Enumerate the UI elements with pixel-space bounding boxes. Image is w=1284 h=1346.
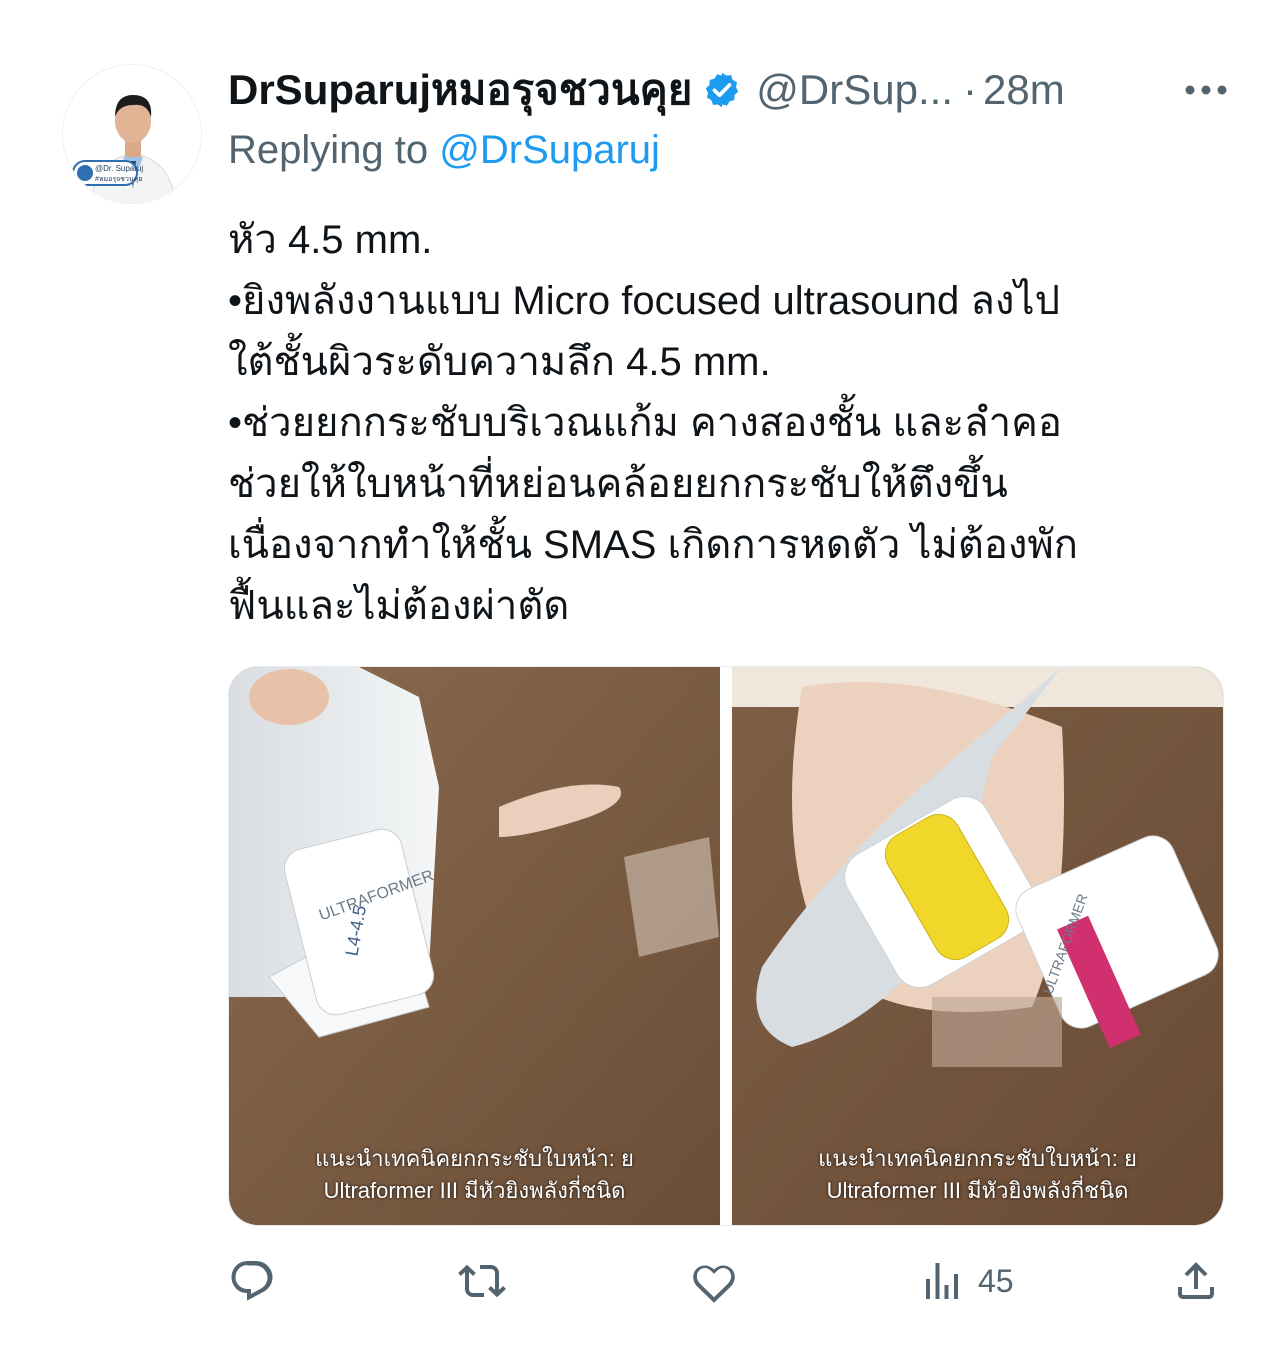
user-handle[interactable]: @DrSup... [756, 66, 953, 114]
replying-to: Replying to @DrSuparuj [228, 128, 660, 173]
tweet-action-bar: 45 [228, 1254, 1224, 1308]
tweet-media: ULTRAFORMER L4-4.5 แนะนำเทคนิคยกกระชับใบ… [228, 666, 1224, 1226]
reply-icon [231, 1261, 273, 1301]
avatar[interactable]: @Dr. Suparuj #หมอรุจชวนคุย [62, 64, 202, 204]
separator-dot: · [963, 66, 977, 113]
tweet-text-line: หัว 4.5 mm. [228, 218, 433, 262]
views-icon [926, 1263, 958, 1299]
badge-line-2: #หมอรุจชวนคุย [95, 176, 142, 183]
verified-badge-icon[interactable] [702, 70, 742, 110]
tweet-text: หัว 4.5 mm. •ยิงพลังงานแบบ Micro focused… [228, 210, 1238, 637]
media-image-left[interactable]: ULTRAFORMER L4-4.5 แนะนำเทคนิคยกกระชับใบ… [229, 667, 720, 1225]
tweet-text-line: •ยิงพลังงานแบบ Micro focused ultrasound … [228, 279, 1060, 323]
heart-icon [693, 1265, 735, 1303]
replying-to-label: Replying to [228, 128, 429, 172]
video-caption-line-1: แนะนำเทคนิคยกกระชับใบหน้า: ย [315, 1146, 634, 1171]
retweet-button[interactable] [458, 1254, 506, 1308]
views-button[interactable]: 45 [918, 1254, 1014, 1308]
share-icon [1178, 1262, 1214, 1299]
video-caption: แนะนำเทคนิคยกกระชับใบหน้า: ย Ultraformer… [732, 1143, 1223, 1207]
video-caption-line-2: Ultraformer III มีหัวยิงพลังกี่ชนิด [323, 1178, 626, 1203]
tweet-text-line: ช่วยให้ใบหน้าที่หย่อนคล้อยยกกระชับให้ตึง… [228, 462, 1008, 506]
tweet-text-line: ฟื้นและไม่ต้องผ่าตัด [228, 584, 570, 628]
retweet-icon [458, 1264, 506, 1298]
tweet-header: DrSuparujหมอรุจชวนคุย @DrSup... · 28m [228, 62, 1228, 118]
media-image-right[interactable]: ULTRAFORMER แนะนำเทคนิคยกกระชับใบหน้า: ย… [732, 667, 1223, 1225]
profile-photo: @Dr. Suparuj #หมอรุจชวนคุย [63, 65, 201, 203]
badge-line-1: @Dr. Suparuj [95, 164, 143, 173]
display-name[interactable]: DrSuparujหมอรุจชวนคุย [228, 57, 692, 123]
video-caption-line-2: Ultraformer III มีหัวยิงพลังกี่ชนิด [826, 1178, 1129, 1203]
more-options-icon[interactable] [1176, 62, 1236, 118]
replying-to-handle[interactable]: @DrSuparuj [439, 128, 660, 172]
ultraformer-cartridges-image: ULTRAFORMER [732, 667, 1223, 1225]
tweet-text-line: •ช่วยยกกระชับบริเวณแก้ม คางสองชั้น และลำ… [228, 401, 1062, 445]
like-button[interactable] [690, 1254, 738, 1308]
views-count: 45 [978, 1262, 1014, 1299]
reply-button[interactable] [228, 1254, 276, 1308]
share-button[interactable] [1172, 1254, 1220, 1308]
video-caption: แนะนำเทคนิคยกกระชับใบหน้า: ย Ultraformer… [229, 1143, 720, 1207]
timestamp[interactable]: 28m [983, 66, 1065, 114]
ultraformer-handpiece-image: ULTRAFORMER L4-4.5 [229, 667, 720, 1225]
tweet-text-line: ใต้ชั้นผิวระดับความลึก 4.5 mm. [228, 340, 771, 384]
tweet-text-line: เนื่องจากทำให้ชั้น SMAS เกิดการหดตัว ไม่… [228, 523, 1079, 567]
video-caption-line-1: แนะนำเทคนิคยกกระชับใบหน้า: ย [818, 1146, 1137, 1171]
